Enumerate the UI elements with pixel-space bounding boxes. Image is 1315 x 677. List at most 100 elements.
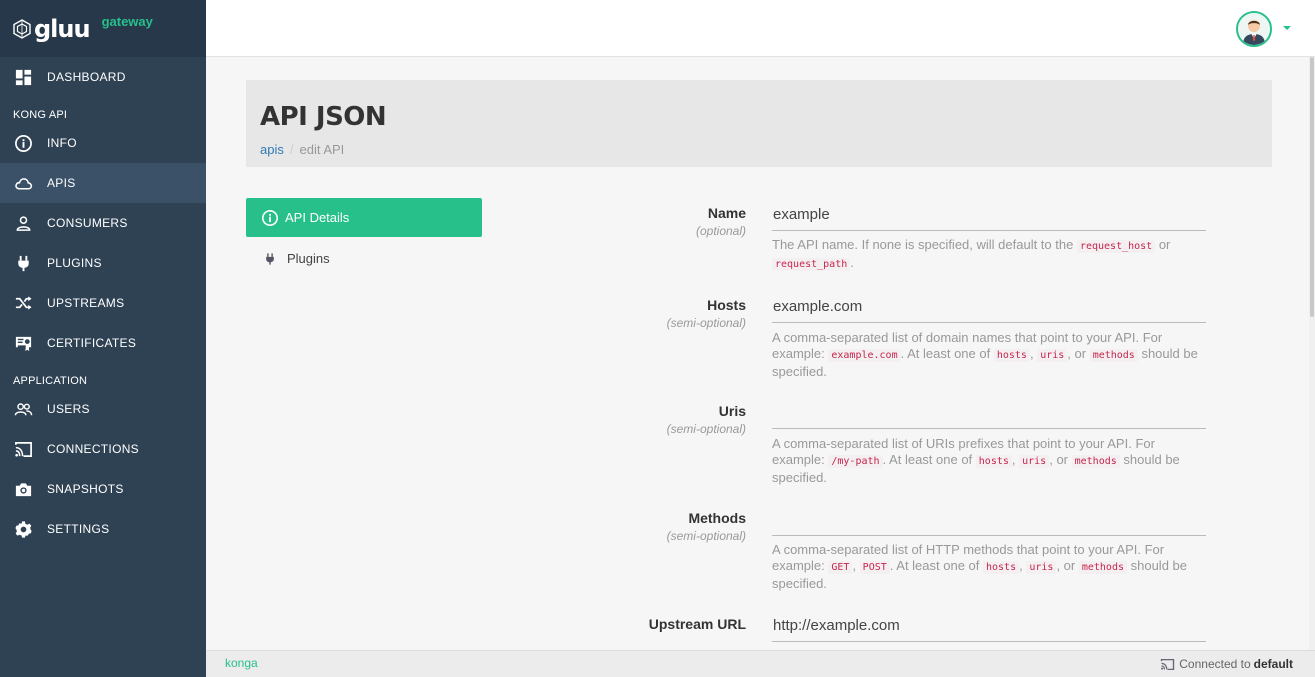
page-header: API JSON apis / edit API (246, 80, 1272, 167)
tab-label: API Details (285, 210, 350, 225)
sidebar-item-dashboard[interactable]: DASHBOARD (0, 57, 206, 97)
help-text: , (852, 558, 860, 573)
methods-label: Methods (semi-optional) (546, 510, 746, 543)
help-code: POST (859, 561, 890, 574)
breadcrumb-current: edit API (299, 142, 345, 157)
sidebar-item-consumers[interactable]: CONSUMERS (0, 203, 206, 243)
upstream-url-label: Upstream URL (546, 616, 746, 632)
help-code: request_host (1076, 240, 1156, 253)
help-code: uris (1037, 349, 1068, 362)
footer-brand-link[interactable]: konga (225, 656, 258, 670)
section-kong-api: KONG API (13, 109, 68, 121)
hosts-label: Hosts (semi-optional) (546, 297, 746, 330)
brand-sub: gateway (101, 14, 153, 29)
sidebar-item-label: UPSTREAMS (47, 296, 125, 310)
help-text: . At least one of (900, 346, 994, 361)
methods-label-text: Methods (688, 510, 746, 526)
help-code: example.com (828, 349, 901, 362)
breadcrumb-separator: / (289, 142, 294, 157)
sidebar-item-label: SNAPSHOTS (47, 482, 124, 496)
help-code: uris (1026, 561, 1057, 574)
dashboard-icon (13, 67, 33, 87)
scrollbar[interactable] (1309, 57, 1315, 650)
help-code: hosts (975, 455, 1012, 468)
help-text: , or (1049, 452, 1072, 467)
hosts-input[interactable] (772, 291, 1206, 323)
sidebar-item-snapshots[interactable]: SNAPSHOTS (0, 469, 206, 509)
help-code: methods (1089, 349, 1138, 362)
sidebar-item-connections[interactable]: CONNECTIONS (0, 429, 206, 469)
main-content: API JSON apis / edit API API Details Plugi… (206, 57, 1309, 650)
sidebar-item-users[interactable]: USERS (0, 389, 206, 429)
sidebar-item-label: APIS (47, 176, 76, 190)
methods-help: A comma-separated list of HTTP methods t… (772, 542, 1206, 592)
help-code: methods (1071, 455, 1120, 468)
name-help: The API name. If none is specified, will… (772, 237, 1206, 273)
plug-icon (13, 253, 33, 273)
scrollbar-thumb[interactable] (1310, 57, 1314, 317)
sidebar-item-label: PLUGINS (47, 256, 102, 270)
sidebar-item-label: CERTIFICATES (47, 336, 137, 350)
avatar-icon (1238, 13, 1270, 45)
sidebar-item-label: CONNECTIONS (47, 442, 139, 456)
help-text: , or (1056, 558, 1079, 573)
help-text: . At least one of (889, 558, 983, 573)
tab-plugins[interactable]: Plugins (246, 239, 482, 278)
page-title: API JSON (260, 102, 387, 132)
breadcrumb: apis / edit API (260, 142, 1258, 157)
sidebar-item-certificates[interactable]: CERTIFICATES (0, 323, 206, 363)
name-label-text: Name (707, 205, 746, 221)
topbar (206, 0, 1315, 57)
help-code: uris (1019, 455, 1050, 468)
methods-input[interactable] (772, 504, 1206, 536)
help-text: or (1155, 237, 1171, 252)
certificate-icon (13, 333, 33, 353)
plug-icon (266, 252, 274, 265)
gear-icon (13, 519, 33, 539)
uris-input[interactable] (772, 397, 1206, 429)
sidebar-item-settings[interactable]: SETTINGS (0, 509, 206, 549)
hosts-label-text: Hosts (707, 297, 746, 313)
sidebar-item-upstreams[interactable]: UPSTREAMS (0, 283, 206, 323)
name-input[interactable] (772, 199, 1206, 231)
sidebar-item-plugins[interactable]: PLUGINS (0, 243, 206, 283)
help-text: . (850, 255, 854, 270)
uris-help: A comma-separated list of URIs prefixes … (772, 436, 1206, 486)
name-label-sub: (optional) (695, 224, 746, 238)
info-icon (13, 133, 33, 153)
hosts-help: A comma-separated list of domain names t… (772, 330, 1206, 380)
brand-logo[interactable]: gluu gateway (0, 0, 206, 57)
sidebar-item-label: USERS (47, 402, 90, 416)
shuffle-icon (13, 293, 33, 313)
uris-label-sub: (semi-optional) (666, 422, 746, 436)
tab-label: Plugins (287, 251, 330, 266)
user-avatar[interactable] (1236, 11, 1272, 47)
upstream-url-input[interactable] (772, 610, 1206, 642)
cloud-icon (13, 173, 33, 193)
help-code: hosts (983, 561, 1020, 574)
user-menu-caret-icon[interactable] (1283, 26, 1291, 30)
camera-icon (13, 479, 33, 499)
connection-status: Connected to default (1160, 657, 1293, 671)
name-label: Name (optional) (546, 205, 746, 238)
brand-name: gluu (34, 14, 91, 43)
help-code: hosts (993, 349, 1030, 362)
info-icon (261, 209, 279, 226)
upstream-label-text: Upstream URL (648, 616, 746, 632)
sidebar-item-label: CONSUMERS (47, 216, 128, 230)
users-icon (13, 399, 33, 419)
cast-icon (1161, 658, 1175, 670)
uris-label: Uris (semi-optional) (546, 403, 746, 436)
breadcrumb-apis-link[interactable]: apis (260, 142, 284, 157)
gluu-logo-icon (13, 18, 31, 39)
methods-label-sub: (semi-optional) (666, 529, 746, 543)
sidebar-item-apis[interactable]: APIS (0, 163, 206, 203)
sidebar-item-label: SETTINGS (47, 522, 110, 536)
tab-api-details[interactable]: API Details (246, 198, 482, 237)
section-application: APPLICATION (13, 375, 88, 387)
help-code: methods (1078, 561, 1127, 574)
user-icon (13, 213, 33, 233)
sidebar-item-info[interactable]: INFO (0, 123, 206, 163)
connection-prefix: Connected to (1179, 657, 1251, 671)
help-code: GET (828, 561, 853, 574)
